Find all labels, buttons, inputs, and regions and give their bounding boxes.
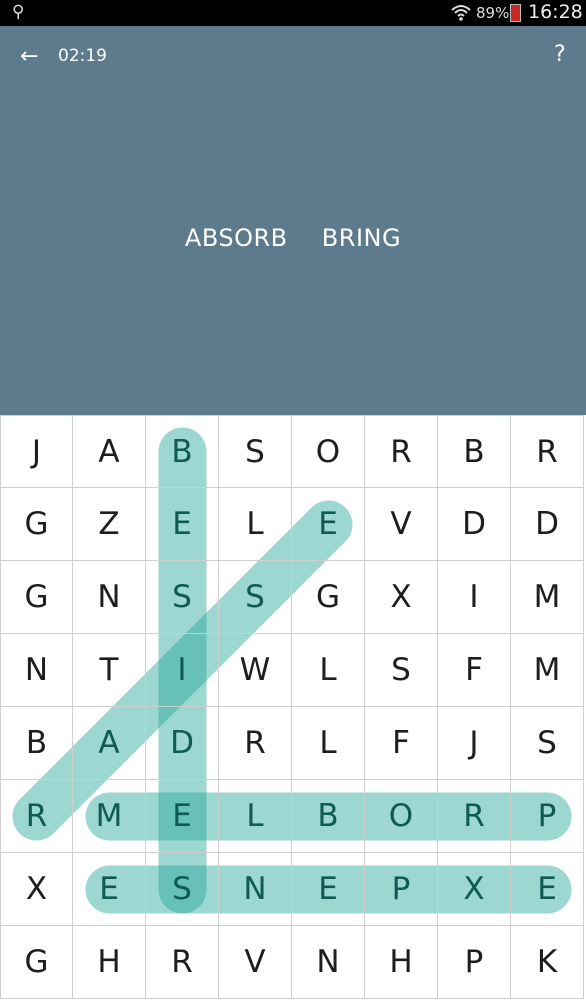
grid-cell[interactable]: G xyxy=(0,926,73,999)
grid-cell[interactable]: K xyxy=(511,926,584,999)
grid-cell[interactable]: G xyxy=(292,561,365,634)
grid-cell[interactable]: B xyxy=(292,780,365,853)
grid-cell[interactable]: M xyxy=(73,780,146,853)
grid-cell[interactable]: T xyxy=(73,634,146,707)
grid-cell[interactable]: R xyxy=(511,415,584,488)
letter-grid[interactable]: JABSORBRGZELEVDDGNSSGXIMNTIWLSFMBADRLFJS… xyxy=(0,415,586,1000)
grid-cell[interactable]: H xyxy=(73,926,146,999)
grid-cell[interactable]: V xyxy=(219,926,292,999)
grid-cell[interactable]: A xyxy=(73,415,146,488)
grid-cell[interactable]: W xyxy=(219,634,292,707)
clock: 16:28 xyxy=(528,1,583,23)
grid-cell[interactable]: M xyxy=(511,634,584,707)
wifi-icon xyxy=(451,5,471,21)
grid-cell[interactable]: N xyxy=(0,634,73,707)
help-button[interactable]: ? xyxy=(554,42,566,67)
grid-cell[interactable]: P xyxy=(438,926,511,999)
grid-cell[interactable]: E xyxy=(146,780,219,853)
grid-cell[interactable]: L xyxy=(219,488,292,561)
grid-cell[interactable]: I xyxy=(146,634,219,707)
grid-cell[interactable]: N xyxy=(219,853,292,926)
grid-cell[interactable]: N xyxy=(73,561,146,634)
grid-cell[interactable]: R xyxy=(146,926,219,999)
grid-cell[interactable]: J xyxy=(0,415,73,488)
grid-cell[interactable]: M xyxy=(511,561,584,634)
grid-cell[interactable]: X xyxy=(438,853,511,926)
usb-icon: ⚲ xyxy=(12,2,25,22)
grid-cell[interactable]: F xyxy=(365,707,438,780)
grid-cell[interactable]: G xyxy=(0,488,73,561)
grid-cell[interactable]: V xyxy=(365,488,438,561)
grid-cell[interactable]: B xyxy=(438,415,511,488)
grid-cell[interactable]: R xyxy=(0,780,73,853)
grid-cell[interactable]: R xyxy=(219,707,292,780)
status-bar: ⚲ 89% 16:28 xyxy=(0,0,586,26)
grid-cell[interactable]: A xyxy=(73,707,146,780)
grid-cell[interactable]: O xyxy=(292,415,365,488)
grid-cell[interactable]: D xyxy=(146,707,219,780)
grid-cell[interactable]: S xyxy=(146,853,219,926)
word-to-find: BRING xyxy=(321,224,402,252)
battery-percent: 89% xyxy=(476,4,510,22)
grid-cell[interactable]: Z xyxy=(73,488,146,561)
grid-cell[interactable]: J xyxy=(438,707,511,780)
word-list: ABSORB BRING xyxy=(0,224,586,252)
grid-cell[interactable]: B xyxy=(0,707,73,780)
grid-cell[interactable]: D xyxy=(511,488,584,561)
grid-cell[interactable]: S xyxy=(219,561,292,634)
grid-cell[interactable]: S xyxy=(511,707,584,780)
grid-cell[interactable]: G xyxy=(0,561,73,634)
grid-cell[interactable]: N xyxy=(292,926,365,999)
grid-cell[interactable]: R xyxy=(365,415,438,488)
grid-cell[interactable]: I xyxy=(438,561,511,634)
grid-cell[interactable]: S xyxy=(219,415,292,488)
grid-cell[interactable]: X xyxy=(365,561,438,634)
grid-cell[interactable]: L xyxy=(292,707,365,780)
grid-cell[interactable]: E xyxy=(292,853,365,926)
grid-cell[interactable]: R xyxy=(438,780,511,853)
grid-cell[interactable]: H xyxy=(365,926,438,999)
grid-cell[interactable]: X xyxy=(0,853,73,926)
battery-icon xyxy=(510,4,521,22)
timer: 02:19 xyxy=(58,46,107,66)
grid-cell[interactable]: O xyxy=(365,780,438,853)
grid-cell[interactable]: E xyxy=(146,488,219,561)
grid-cell[interactable]: S xyxy=(146,561,219,634)
grid-cell[interactable]: L xyxy=(292,634,365,707)
grid-cell[interactable]: B xyxy=(146,415,219,488)
grid-cell[interactable]: D xyxy=(438,488,511,561)
word-to-find: ABSORB xyxy=(184,224,288,252)
grid-cell[interactable]: E xyxy=(292,488,365,561)
grid-cell[interactable]: P xyxy=(365,853,438,926)
grid-cell[interactable]: P xyxy=(511,780,584,853)
grid-cell[interactable]: L xyxy=(219,780,292,853)
grid-cell[interactable]: E xyxy=(73,853,146,926)
grid-cell[interactable]: S xyxy=(365,634,438,707)
game-header: ← 02:19 ? ABSORB BRING xyxy=(0,26,586,415)
back-arrow-icon[interactable]: ← xyxy=(20,44,38,69)
grid-cell[interactable]: E xyxy=(511,853,584,926)
grid-cell[interactable]: F xyxy=(438,634,511,707)
